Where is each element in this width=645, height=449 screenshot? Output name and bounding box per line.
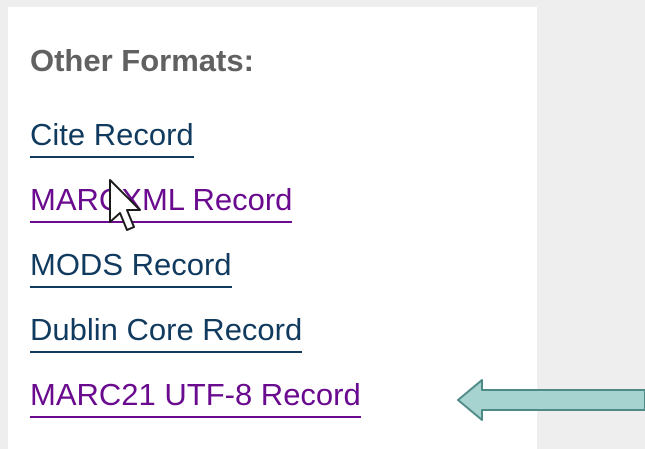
cite-record-link[interactable]: Cite Record	[30, 114, 194, 158]
list-item: Dublin Core Record	[30, 309, 361, 374]
marcxml-record-link[interactable]: MARCXML Record	[30, 179, 293, 223]
mouse-pointer-icon	[109, 179, 141, 231]
list-item: MODS Record	[30, 244, 361, 309]
list-item: MARC21 UTF-8 Record	[30, 374, 361, 439]
marc21-utf8-record-link[interactable]: MARC21 UTF-8 Record	[30, 374, 361, 418]
other-formats-heading: Other Formats:	[30, 43, 254, 78]
list-item: MARCXML Record	[30, 179, 361, 244]
left-arrow-icon	[457, 379, 645, 421]
mods-record-link[interactable]: MODS Record	[30, 244, 232, 288]
format-link-list: Cite Record MARCXML Record MODS Record D…	[30, 114, 361, 439]
list-item: Cite Record	[30, 114, 361, 179]
dublin-core-record-link[interactable]: Dublin Core Record	[30, 309, 303, 353]
